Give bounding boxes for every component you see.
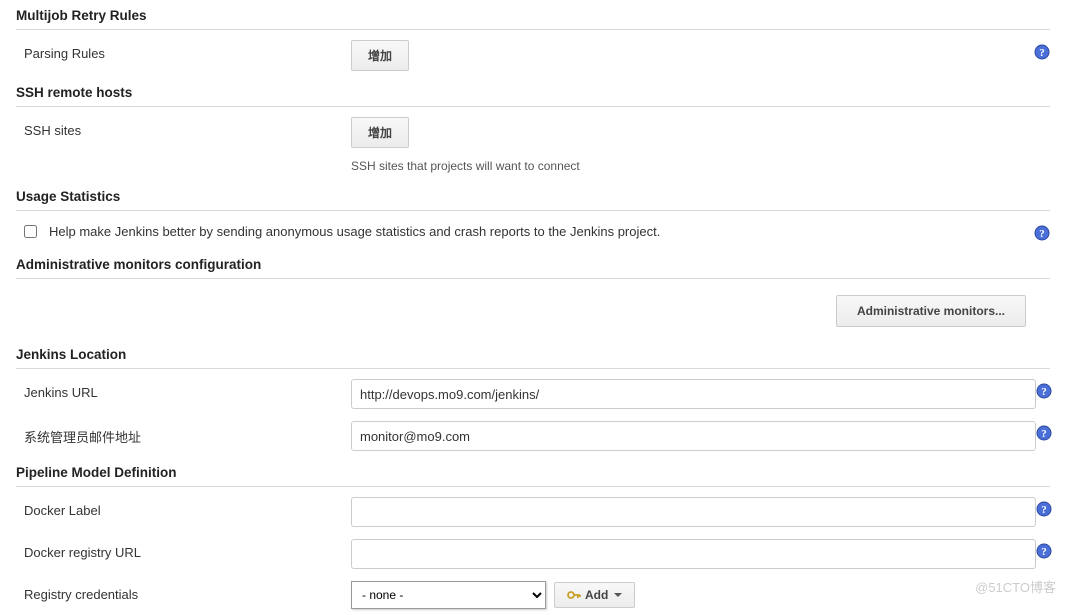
help-icon[interactable]: ? bbox=[1036, 383, 1052, 399]
row-parsing-rules: Parsing Rules 增加 ? bbox=[16, 34, 1050, 77]
chevron-down-icon bbox=[614, 593, 622, 597]
row-usage-stats: Help make Jenkins better by sending anon… bbox=[16, 215, 1050, 249]
section-header-admin-monitors: Administrative monitors configuration bbox=[16, 249, 1050, 279]
label-docker-label: Docker Label bbox=[16, 497, 351, 518]
label-jenkins-url: Jenkins URL bbox=[16, 379, 351, 400]
add-parsing-rule-button[interactable]: 增加 bbox=[351, 40, 409, 71]
help-icon[interactable]: ? bbox=[1034, 225, 1050, 241]
row-jenkins-url: Jenkins URL ? bbox=[16, 373, 1050, 415]
watermark: @51CTO博客 bbox=[975, 577, 1056, 596]
section-header-jenkins-location: Jenkins Location bbox=[16, 339, 1050, 369]
section-header-pipeline: Pipeline Model Definition bbox=[16, 457, 1050, 487]
add-credentials-label: Add bbox=[585, 588, 608, 602]
svg-text:?: ? bbox=[1039, 228, 1045, 240]
label-docker-registry: Docker registry URL bbox=[16, 539, 351, 560]
row-registry-credentials: Registry credentials - none - Add bbox=[16, 575, 1050, 615]
help-icon[interactable]: ? bbox=[1036, 543, 1052, 559]
ssh-desc-container: SSH sites that projects will want to con… bbox=[351, 154, 1050, 181]
row-docker-label: Docker Label ? bbox=[16, 491, 1050, 533]
usage-stats-label: Help make Jenkins better by sending anon… bbox=[49, 224, 1026, 239]
help-icon[interactable]: ? bbox=[1034, 44, 1050, 60]
label-ssh-sites: SSH sites bbox=[16, 117, 351, 138]
svg-text:?: ? bbox=[1041, 386, 1047, 398]
administrative-monitors-button[interactable]: Administrative monitors... bbox=[836, 295, 1026, 327]
help-icon[interactable]: ? bbox=[1036, 501, 1052, 517]
row-admin-email: 系统管理员邮件地址 ? bbox=[16, 415, 1050, 457]
row-ssh-sites: SSH sites 增加 bbox=[16, 111, 1050, 154]
help-icon[interactable]: ? bbox=[1036, 425, 1052, 441]
docker-registry-url-input[interactable] bbox=[351, 539, 1036, 569]
docker-label-input[interactable] bbox=[351, 497, 1036, 527]
label-registry-credentials: Registry credentials bbox=[16, 581, 351, 602]
section-header-usage: Usage Statistics bbox=[16, 181, 1050, 211]
registry-credentials-select[interactable]: - none - bbox=[351, 581, 546, 609]
svg-text:?: ? bbox=[1039, 47, 1045, 59]
label-admin-email: 系统管理员邮件地址 bbox=[16, 421, 351, 446]
admin-email-input[interactable] bbox=[351, 421, 1036, 451]
usage-stats-checkbox[interactable] bbox=[24, 225, 37, 238]
ssh-desc: SSH sites that projects will want to con… bbox=[351, 159, 580, 173]
svg-text:?: ? bbox=[1041, 504, 1047, 516]
svg-text:?: ? bbox=[1041, 546, 1047, 558]
row-admin-monitors: Administrative monitors... bbox=[16, 283, 1050, 339]
svg-text:?: ? bbox=[1041, 428, 1047, 440]
section-header-ssh: SSH remote hosts bbox=[16, 77, 1050, 107]
add-ssh-site-button[interactable]: 增加 bbox=[351, 117, 409, 148]
add-credentials-button[interactable]: Add bbox=[554, 582, 635, 608]
row-docker-registry-url: Docker registry URL ? bbox=[16, 533, 1050, 575]
jenkins-url-input[interactable] bbox=[351, 379, 1036, 409]
section-header-multijob: Multijob Retry Rules bbox=[16, 0, 1050, 30]
key-icon bbox=[567, 588, 581, 602]
label-parsing-rules: Parsing Rules bbox=[16, 40, 351, 61]
